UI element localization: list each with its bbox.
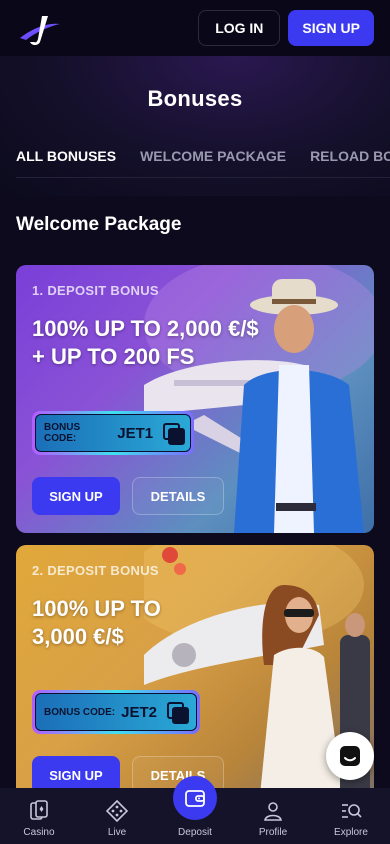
bonus-card-1: 1. DEPOSIT BONUS 100% UP TO 2,000 €/$ + … [16, 265, 374, 533]
bonus-code-label-2: BONUS CODE: [44, 706, 116, 718]
bonus-code-value-2: JET2 [121, 703, 157, 721]
user-icon [264, 802, 282, 821]
tab-welcome-package[interactable]: WELCOME PACKAGE [140, 138, 286, 177]
copy-icon[interactable] [166, 702, 189, 724]
bonus-code-box-1[interactable]: BONUS CODE: JET1 [32, 411, 194, 455]
bonus-card-1-label: 1. DEPOSIT BONUS [32, 283, 159, 298]
copy-icon[interactable] [163, 423, 185, 445]
nav-label-live: Live [107, 827, 127, 838]
tab-all-bonuses[interactable]: ALL BONUSES [16, 138, 116, 177]
top-header: LOG IN SIGN UP [0, 0, 390, 56]
signup-button[interactable]: SIGN UP [288, 10, 374, 46]
nav-label-casino: Casino [23, 827, 55, 838]
brand-logo[interactable] [16, 8, 64, 48]
bonus-card-1-headline-line2: + UP TO 200 FS [32, 344, 195, 369]
bonus-card-2-headline-line1: 100% UP TO [32, 596, 161, 621]
page-title: Bonuses [147, 86, 243, 111]
cards-icon [30, 800, 48, 820]
bonus-card-1-signup-button[interactable]: SIGN UP [32, 477, 120, 515]
bonus-card-2-headline: 100% UP TO 3,000 €/$ [32, 595, 352, 651]
support-chat-button[interactable] [326, 732, 374, 780]
deposit-fab[interactable] [173, 776, 217, 820]
bonus-card-2: 2. DEPOSIT BONUS 100% UP TO 3,000 €/$ BO… [16, 545, 374, 805]
section-title: Welcome Package [16, 214, 182, 235]
bonus-code-box-2[interactable]: BONUS CODE: JET2 [32, 690, 200, 734]
search-icon [342, 804, 362, 818]
chip-icon [105, 799, 129, 823]
nav-item-profile[interactable]: Profile [238, 799, 308, 838]
bonus-card-2-label: 2. DEPOSIT BONUS [32, 563, 159, 578]
bonus-card-1-headline: 100% UP TO 2,000 €/$ + UP TO 200 FS [32, 315, 352, 371]
wallet-icon [185, 790, 205, 807]
bonus-code-label-1: BONUS CODE: [44, 422, 81, 444]
chat-icon [340, 746, 360, 766]
bonus-card-1-headline-line1: 100% UP TO 2,000 €/$ [32, 316, 259, 341]
nav-label-profile: Profile [258, 827, 288, 838]
bonus-card-2-headline-line2: 3,000 €/$ [32, 624, 124, 649]
nav-item-casino[interactable]: Casino [4, 799, 74, 838]
nav-label-deposit: Deposit [178, 827, 212, 838]
login-button[interactable]: LOG IN [198, 10, 281, 46]
nav-item-explore[interactable]: Explore [316, 799, 386, 838]
bonus-card-1-details-button[interactable]: DETAILS [132, 477, 224, 515]
bonus-tabs: ALL BONUSES WELCOME PACKAGE RELOAD BON [16, 138, 390, 178]
tab-reload-bonus[interactable]: RELOAD BON [310, 138, 390, 177]
bonus-code-value-1: JET1 [117, 424, 154, 442]
nav-item-live[interactable]: Live [82, 799, 152, 838]
nav-label-explore: Explore [334, 827, 368, 838]
